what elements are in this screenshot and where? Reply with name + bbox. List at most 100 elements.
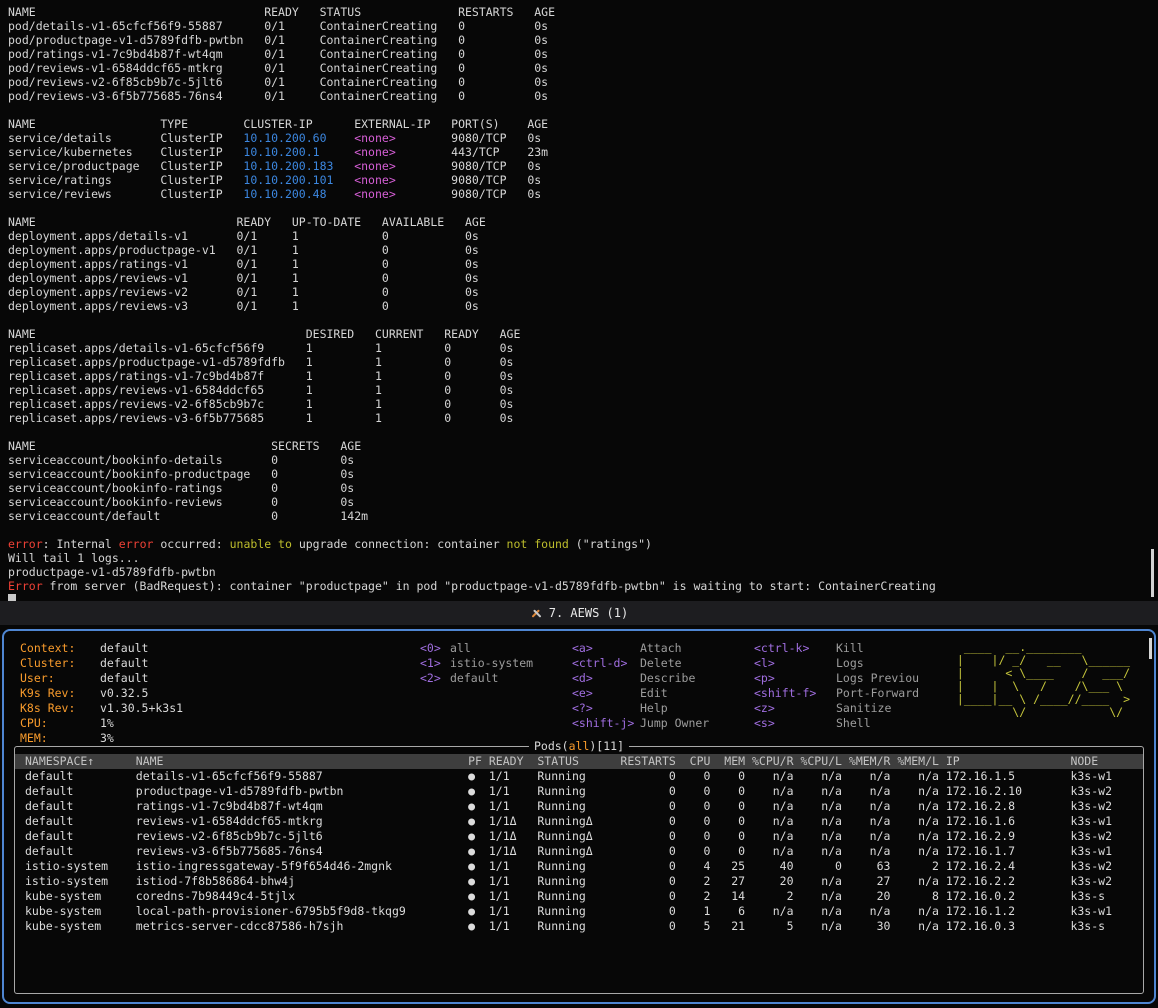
- cluster-info-row: Cluster:default: [20, 656, 183, 671]
- pod-row[interactable]: default reviews-v3-6f5b775685-76ns4 ● 1/…: [15, 844, 1143, 859]
- table-row: pod/reviews-v2-6f85cb9b7c-5jlt6 0/1 Cont…: [8, 75, 1148, 89]
- hotkey-key: <z>: [754, 701, 836, 716]
- hotkey-key: <l>: [754, 656, 836, 671]
- table-row: pod/details-v1-65cfcf56f9-55887 0/1 Cont…: [8, 19, 1148, 33]
- menu-hotkey[interactable]: <l>Logs: [754, 656, 919, 671]
- tmux-window-tab[interactable]: 7. AEWS (1): [522, 604, 636, 622]
- namespace-hotkey[interactable]: <0>all: [420, 641, 533, 656]
- hotkey-label: Help: [640, 701, 668, 715]
- pod-row[interactable]: kube-system local-path-provisioner-6795b…: [15, 904, 1143, 919]
- menu-hotkey[interactable]: <s>Shell: [754, 716, 919, 731]
- info-label: CPU:: [20, 716, 100, 731]
- terminal-line: Error from server (BadRequest): containe…: [8, 579, 1148, 593]
- table-row: serviceaccount/bookinfo-ratings 0 0s: [8, 481, 1148, 495]
- menu-hotkey[interactable]: <shift-j>Jump Owner: [572, 716, 709, 731]
- hotkey-key: <p>: [754, 671, 836, 686]
- info-value: v0.32.5: [100, 686, 148, 700]
- hotkey-key: <e>: [572, 686, 640, 701]
- pod-row[interactable]: istio-system istio-ingressgateway-5f9f65…: [15, 859, 1143, 874]
- hotkey-label: Logs Previou: [836, 671, 919, 685]
- menu-hotkey[interactable]: <d>Describe: [572, 671, 709, 686]
- k9s-pods-table: NAMESPACE↑ NAME PF READY STATUS RESTARTS…: [15, 754, 1143, 934]
- cluster-info-row: Context:default: [20, 641, 183, 656]
- window-tab-label: 7. AEWS (1): [549, 606, 628, 620]
- hotkey-key: <d>: [572, 671, 640, 686]
- table-row: deployment.apps/productpage-v1 0/1 1 0 0…: [8, 243, 1148, 257]
- hotkey-key: <ctrl-d>: [572, 656, 640, 671]
- pods-table-header: NAMESPACE↑ NAME PF READY STATUS RESTARTS…: [15, 754, 1143, 769]
- hotkey-label: default: [450, 671, 498, 685]
- wrench-icon: [530, 607, 543, 620]
- kubectl-services-table: NAME TYPE CLUSTER-IP EXTERNAL-IP PORT(S)…: [8, 117, 1148, 201]
- hotkey-label: Jump Owner: [640, 716, 709, 730]
- table-row: pod/ratings-v1-7c9bd4b87f-wt4qm 0/1 Cont…: [8, 47, 1148, 61]
- cluster-info-row: K9s Rev:v0.32.5: [20, 686, 183, 701]
- menu-hotkey[interactable]: <p>Logs Previou: [754, 671, 919, 686]
- table-row: pod/productpage-v1-d5789fdfb-pwtbn 0/1 C…: [8, 33, 1148, 47]
- table-header-row: NAME TYPE CLUSTER-IP EXTERNAL-IP PORT(S)…: [8, 117, 1148, 131]
- info-value: 3%: [100, 731, 114, 745]
- hotkey-label: Delete: [640, 656, 682, 670]
- table-row: deployment.apps/reviews-v3 0/1 1 0 0s: [8, 299, 1148, 313]
- hotkey-label: all: [450, 641, 471, 655]
- pod-row[interactable]: default reviews-v2-6f85cb9b7c-5jlt6 ● 1/…: [15, 829, 1143, 844]
- hotkey-label: Kill: [836, 641, 864, 655]
- terminal-line: productpage-v1-d5789fdfb-pwtbn: [8, 565, 1148, 579]
- menu-hotkey[interactable]: <z>Sanitize: [754, 701, 919, 716]
- cluster-info: Context:defaultCluster:defaultUser:defau…: [20, 641, 183, 746]
- table-row: service/ratings ClusterIP 10.10.200.101 …: [8, 173, 1148, 187]
- hotkey-label: Shell: [836, 716, 871, 730]
- hotkey-key: <s>: [754, 716, 836, 731]
- menu-hotkeys-left: <a>Attach<ctrl-d>Delete<d>Describe<e>Edi…: [572, 641, 709, 731]
- hotkey-label: Sanitize: [836, 701, 891, 715]
- info-value: default: [100, 641, 148, 655]
- table-row: pod/reviews-v3-6f5b775685-76ns4 0/1 Cont…: [8, 89, 1148, 103]
- pod-row[interactable]: istio-system istiod-7f8b586864-bhw4j ● 1…: [15, 874, 1143, 889]
- pod-row[interactable]: kube-system coredns-7b98449c4-5tjlx ● 1/…: [15, 889, 1143, 904]
- hotkey-key: <ctrl-k>: [754, 641, 836, 656]
- namespace-hotkey[interactable]: <1>istio-system: [420, 656, 533, 671]
- table-row: replicaset.apps/ratings-v1-7c9bd4b87f 1 …: [8, 369, 1148, 383]
- namespace-hotkey[interactable]: <2>default: [420, 671, 533, 686]
- table-row: serviceaccount/bookinfo-details 0 0s: [8, 453, 1148, 467]
- table-header-row: NAME READY STATUS RESTARTS AGE: [8, 5, 1148, 19]
- table-row: service/details ClusterIP 10.10.200.60 <…: [8, 131, 1148, 145]
- hotkey-label: Logs: [836, 656, 864, 670]
- terminal-line: error: Internal error occurred: unable t…: [8, 537, 1148, 551]
- cluster-info-row: User:default: [20, 671, 183, 686]
- pod-row[interactable]: default ratings-v1-7c9bd4b87f-wt4qm ● 1/…: [15, 799, 1143, 814]
- table-row: serviceaccount/default 0 142m: [8, 509, 1148, 523]
- table-row: serviceaccount/bookinfo-productpage 0 0s: [8, 467, 1148, 481]
- table-header-row: NAME DESIRED CURRENT READY AGE: [8, 327, 1148, 341]
- table-header-row: NAME READY UP-TO-DATE AVAILABLE AGE: [8, 215, 1148, 229]
- info-value: 1%: [100, 716, 114, 730]
- hotkey-key: <2>: [420, 671, 450, 686]
- menu-hotkey[interactable]: <ctrl-k>Kill: [754, 641, 919, 656]
- pod-row[interactable]: kube-system metrics-server-cdcc87586-h7s…: [15, 919, 1143, 934]
- cluster-info-row: MEM:3%: [20, 731, 183, 746]
- table-row: deployment.apps/ratings-v1 0/1 1 0 0s: [8, 257, 1148, 271]
- pod-row[interactable]: default details-v1-65cfcf56f9-55887 ● 1/…: [15, 769, 1143, 784]
- info-label: K9s Rev:: [20, 686, 100, 701]
- hotkey-key: <1>: [420, 656, 450, 671]
- menu-hotkey[interactable]: <shift-f>Port-Forward: [754, 686, 919, 701]
- table-row: replicaset.apps/reviews-v3-6f5b775685 1 …: [8, 411, 1148, 425]
- pod-row[interactable]: default productpage-v1-d5789fdfb-pwtbn ●…: [15, 784, 1143, 799]
- cluster-info-row: K8s Rev:v1.30.5+k3s1: [20, 701, 183, 716]
- status-bar: 7. AEWS (1): [0, 601, 1158, 625]
- menu-hotkey[interactable]: <a>Attach: [572, 641, 709, 656]
- table-row: deployment.apps/details-v1 0/1 1 0 0s: [8, 229, 1148, 243]
- terminal-scrollbar-thumb[interactable]: [1151, 549, 1154, 597]
- pod-row[interactable]: default reviews-v1-6584ddcf65-mtkrg ● 1/…: [15, 814, 1143, 829]
- menu-hotkey[interactable]: <e>Edit: [572, 686, 709, 701]
- menu-hotkey[interactable]: <ctrl-d>Delete: [572, 656, 709, 671]
- table-row: service/productpage ClusterIP 10.10.200.…: [8, 159, 1148, 173]
- hotkey-key: <shift-f>: [754, 686, 836, 701]
- menu-hotkey[interactable]: <?>Help: [572, 701, 709, 716]
- table-row: deployment.apps/reviews-v2 0/1 1 0 0s: [8, 285, 1148, 299]
- table-row: pod/reviews-v1-6584ddcf65-mtkrg 0/1 Cont…: [8, 61, 1148, 75]
- terminal-messages: error: Internal error occurred: unable t…: [8, 537, 1148, 593]
- terminal-line: Will tail 1 logs...: [8, 551, 1148, 565]
- terminal-cursor: [8, 594, 16, 601]
- pods-panel-title: Pods(all)[11]: [529, 739, 629, 753]
